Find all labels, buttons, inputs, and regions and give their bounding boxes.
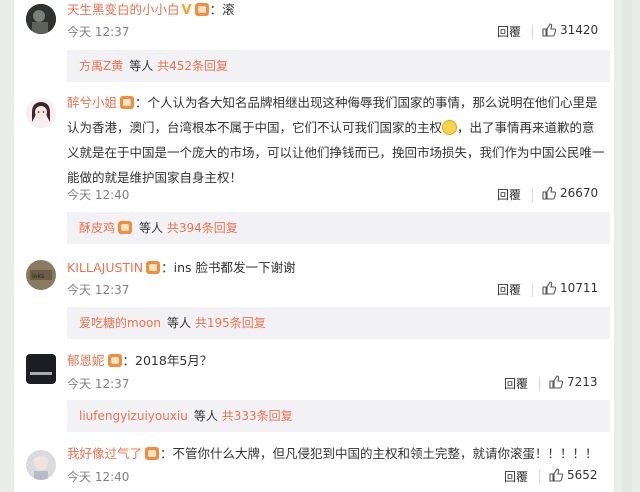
comment-text: ：不管你什么大牌，但凡侵犯到中国的主权和领土完整，就请你滚蛋！！！！！ bbox=[160, 446, 598, 461]
comment-text: ：ins 脸书都发一下谢谢 bbox=[161, 260, 296, 275]
divider bbox=[532, 188, 533, 202]
comment-body: 天生黑变白的小小白 V ：滚 bbox=[67, 0, 608, 21]
like-button[interactable]: 7213 bbox=[549, 375, 598, 389]
member-badge-icon bbox=[118, 221, 133, 234]
comment-username[interactable]: 我好像过气了 bbox=[67, 446, 142, 461]
divider bbox=[539, 470, 540, 484]
thumbs-up-icon bbox=[542, 281, 557, 295]
like-count: 5652 bbox=[567, 468, 598, 482]
comment-text-line: ，出了事情再来道歉的意 bbox=[457, 120, 595, 135]
comment-body: 我好像过气了 ：不管你什么大牌，但凡侵犯到中国的主权和领土完整，就请你滚蛋！！！！… bbox=[67, 444, 608, 464]
divider bbox=[532, 283, 533, 297]
comment-username[interactable]: 醉兮小姐 bbox=[67, 95, 117, 110]
like-count: 10711 bbox=[560, 281, 599, 295]
sub-reply-count[interactable]: 共333条回复 bbox=[222, 409, 293, 423]
sub-reply-name[interactable]: 酥皮鸡 bbox=[79, 221, 115, 235]
sub-reply-count[interactable]: 共452条回复 bbox=[157, 59, 228, 73]
comment-text-line: 义就是在于中国是一个庞大的市场，可以让他们挣钱而已，挽回市场损失，我们作为中国公… bbox=[67, 145, 605, 160]
comment-username[interactable]: 郁恩妮 bbox=[67, 353, 105, 368]
member-badge-icon bbox=[194, 3, 209, 16]
sub-reply-box[interactable]: 爱吃糖的moon 等人 共195条回复 bbox=[67, 307, 610, 339]
like-button[interactable]: 31420 bbox=[542, 23, 598, 37]
thumbs-up-icon bbox=[542, 23, 557, 37]
reply-button[interactable]: 回覆 bbox=[497, 186, 521, 203]
thumbs-up-icon bbox=[542, 186, 557, 200]
like-count: 26670 bbox=[560, 186, 599, 200]
comment-text-line: 认为香港，澳门，台湾根本不属于中国，它们不认可我们国家的主权 bbox=[67, 120, 443, 135]
like-button[interactable]: 5652 bbox=[549, 468, 598, 482]
sub-reply-box[interactable]: 方禹Z黄 等人 共452条回复 bbox=[67, 50, 610, 82]
svg-text:inks: inks bbox=[32, 273, 44, 280]
thumbs-up-icon bbox=[549, 375, 564, 389]
comment-text-line: 能做的就是维护国家自身主权！ bbox=[67, 170, 243, 185]
sub-reply-box[interactable]: 酥皮鸡 等人 共394条回复 bbox=[67, 212, 610, 244]
member-badge-icon bbox=[120, 96, 135, 109]
avatar[interactable] bbox=[26, 4, 56, 34]
sub-reply-name[interactable]: liufengyizuiyouxiu bbox=[79, 409, 188, 423]
comment-text: ：2018年5月？ bbox=[122, 353, 213, 368]
comment-panel: 天生黑变白的小小白 V ：滚 今天 12:37 回覆 31420 方禹Z黄 等人 共4… bbox=[14, 0, 614, 492]
scrollbar[interactable] bbox=[622, 0, 632, 492]
comment-time: 今天 12:40 bbox=[67, 188, 130, 202]
reply-button[interactable]: 回覆 bbox=[497, 281, 521, 298]
sub-reply-box[interactable]: liufengyizuiyouxiu 等人 共333条回复 bbox=[67, 400, 610, 432]
sub-reply-name[interactable]: 爱吃糖的moon bbox=[79, 316, 161, 330]
divider bbox=[539, 377, 540, 391]
member-badge-icon bbox=[146, 261, 161, 274]
reply-button[interactable]: 回覆 bbox=[504, 468, 528, 485]
comment-username[interactable]: 天生黑变白的小小白 bbox=[67, 2, 180, 17]
smile-emoji-icon bbox=[442, 120, 458, 135]
comment-body: 郁恩妮 ：2018年5月？ bbox=[67, 351, 608, 371]
sub-reply-etc: 等人 bbox=[166, 316, 191, 330]
sub-reply-etc: 等人 bbox=[129, 59, 154, 73]
like-count: 31420 bbox=[560, 23, 599, 37]
sub-reply-count[interactable]: 共195条回复 bbox=[195, 316, 266, 330]
avatar[interactable] bbox=[26, 450, 56, 480]
like-count: 7213 bbox=[567, 375, 598, 389]
reply-button[interactable]: 回覆 bbox=[497, 23, 521, 40]
member-badge-icon bbox=[107, 354, 122, 367]
avatar[interactable]: inks bbox=[26, 260, 56, 290]
thumbs-up-icon bbox=[549, 468, 564, 482]
divider bbox=[532, 25, 533, 39]
like-button[interactable]: 10711 bbox=[542, 281, 598, 295]
sub-reply-etc: 等人 bbox=[139, 221, 164, 235]
member-badge-icon bbox=[145, 447, 160, 460]
reply-button[interactable]: 回覆 bbox=[504, 375, 528, 392]
comment-time: 今天 12:37 bbox=[67, 283, 130, 297]
comment-text-line: ：个人认为各大知名品牌相继出现这种侮辱我们国家的事情，那么说明在他们心里是 bbox=[135, 95, 598, 110]
comment-time: 今天 12:37 bbox=[67, 377, 130, 391]
like-button[interactable]: 26670 bbox=[542, 186, 598, 200]
avatar[interactable] bbox=[26, 354, 56, 384]
avatar[interactable] bbox=[26, 98, 56, 128]
comment-body: KILLAJUSTIN ：ins 脸书都发一下谢谢 bbox=[67, 258, 608, 278]
sub-reply-etc: 等人 bbox=[193, 409, 218, 423]
sub-reply-name[interactable]: 方禹Z黄 bbox=[79, 59, 123, 73]
comment-time: 今天 12:37 bbox=[67, 25, 130, 39]
sub-reply-count[interactable]: 共394条回复 bbox=[167, 221, 238, 235]
comment-body: 醉兮小姐 ：个人认为各大知名品牌相继出现这种侮辱我们国家的事情，那么说明在他们心里… bbox=[67, 93, 608, 188]
verified-v-icon: V bbox=[181, 3, 192, 18]
comment-username[interactable]: KILLAJUSTIN bbox=[67, 260, 143, 275]
comment-time: 今天 12:40 bbox=[67, 470, 130, 484]
comment-text: ：滚 bbox=[209, 2, 235, 17]
